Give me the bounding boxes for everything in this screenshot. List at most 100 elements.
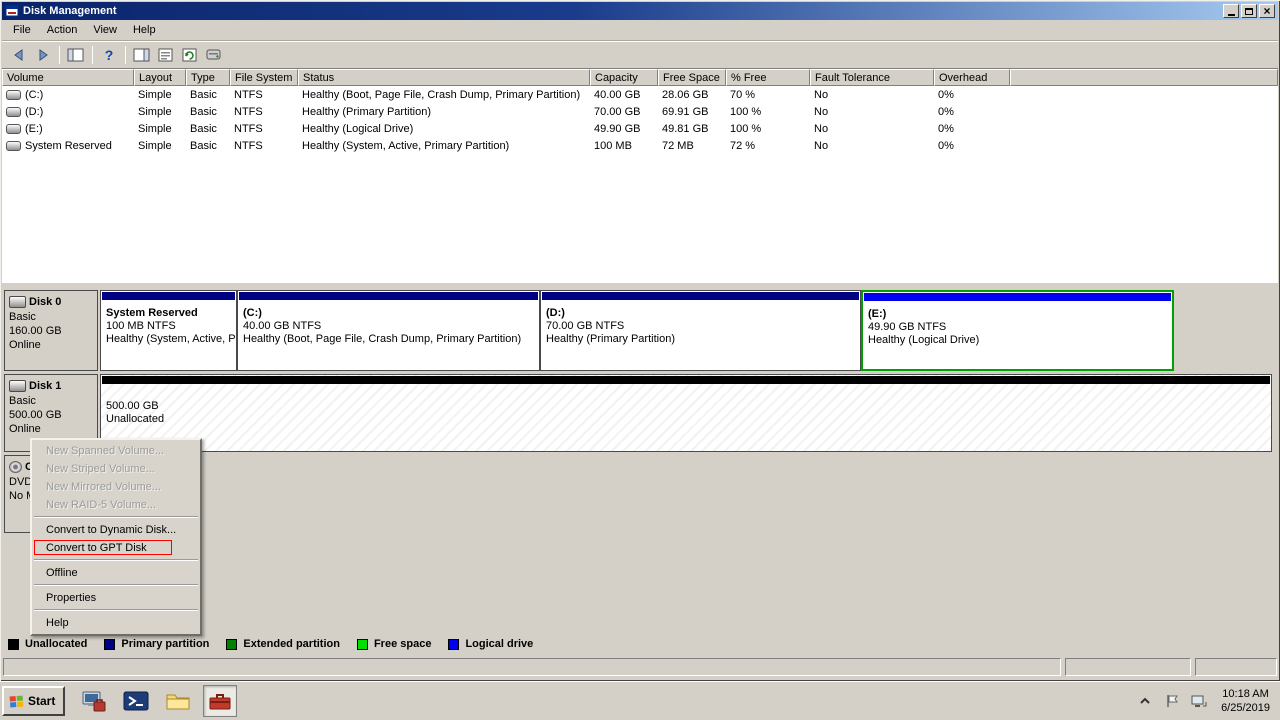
windows-flag-icon [9, 695, 24, 708]
menu-item-new-raid5-volume: New RAID-5 Volume... [32, 496, 200, 514]
help-icon[interactable]: ? [97, 44, 121, 66]
maximize-icon [1245, 8, 1253, 15]
menu-item-help[interactable]: Help [32, 614, 200, 632]
disk-icon [9, 296, 26, 308]
volume-fault-tolerance: No [810, 140, 934, 152]
partition-name: (C:) [243, 307, 539, 320]
volume-name: System Reserved [25, 140, 112, 152]
taskbar-clock[interactable]: 10:18 AM 6/25/2019 [1221, 687, 1270, 715]
volume-free-space: 49.81 GB [658, 123, 726, 135]
volume-capacity: 70.00 GB [590, 106, 658, 118]
table-row-volume-d[interactable]: (D:) Simple Basic NTFS Healthy (Primary … [2, 103, 1278, 120]
volume-free-space: 28.06 GB [658, 89, 726, 101]
table-row-volume-e[interactable]: (E:) Simple Basic NTFS Healthy (Logical … [2, 120, 1278, 137]
partition-color-strip [864, 293, 1171, 301]
partition-system-reserved[interactable]: System Reserved 100 MB NTFS Healthy (Sys… [100, 290, 237, 371]
disk-management-icon [207, 688, 233, 714]
partition-c[interactable]: (C:) 40.00 GB NTFS Healthy (Boot, Page F… [237, 290, 540, 371]
clock-time: 10:18 AM [1221, 687, 1270, 701]
unallocated-region[interactable]: 500.00 GB Unallocated [100, 374, 1272, 452]
action-center-flag-icon[interactable] [1163, 692, 1181, 710]
network-icon[interactable] [1190, 692, 1208, 710]
properties-icon[interactable] [154, 44, 178, 66]
show-hidden-icons-button[interactable] [1136, 692, 1154, 710]
partition-name: (E:) [868, 308, 1172, 321]
partition-size: 70.00 GB NTFS [546, 320, 860, 333]
back-icon[interactable] [7, 44, 31, 66]
column-header-free-space[interactable]: Free Space [658, 69, 726, 86]
disk-status: Online [9, 338, 93, 352]
volume-type: Basic [186, 123, 230, 135]
chevron-up-icon [1139, 696, 1151, 706]
title-bar[interactable]: Disk Management × [2, 2, 1278, 20]
partition-e[interactable]: (E:) 49.90 GB NTFS Healthy (Logical Driv… [861, 290, 1174, 371]
red-highlight-annotation [34, 540, 172, 555]
partition-d[interactable]: (D:) 70.00 GB NTFS Healthy (Primary Part… [540, 290, 861, 371]
legend-label: Unallocated [25, 638, 87, 650]
disk-context-menu: New Spanned Volume... New Striped Volume… [30, 438, 202, 636]
partition-status: Healthy (Logical Drive) [868, 334, 1172, 347]
column-header-overhead[interactable]: Overhead [934, 69, 1010, 86]
table-row-system-reserved[interactable]: System Reserved Simple Basic NTFS Health… [2, 137, 1278, 154]
menu-item-convert-to-gpt-disk[interactable]: Convert to GPT Disk [32, 539, 200, 557]
taskbar: Start 10:18 AM 6/25/2019 [0, 681, 1280, 720]
menu-view[interactable]: View [85, 21, 125, 39]
volume-fault-tolerance: No [810, 106, 934, 118]
menu-action[interactable]: Action [39, 21, 86, 39]
menu-file[interactable]: File [5, 21, 39, 39]
file-explorer-icon[interactable] [161, 685, 195, 717]
volume-layout: Simple [134, 123, 186, 135]
toolbar: ? [2, 41, 1278, 69]
disk-size: 160.00 GB [9, 324, 93, 338]
column-header-capacity[interactable]: Capacity [590, 69, 658, 86]
refresh-icon[interactable] [178, 44, 202, 66]
show-action-pane-icon[interactable] [130, 44, 154, 66]
table-row-volume-c[interactable]: (C:) Simple Basic NTFS Healthy (Boot, Pa… [2, 86, 1278, 103]
toolbar-separator [92, 46, 93, 64]
disk0-row: Disk 0 Basic 160.00 GB Online System Res… [4, 290, 1272, 371]
column-header-file-system[interactable]: File System [230, 69, 298, 86]
column-header-layout[interactable]: Layout [134, 69, 186, 86]
maximize-button[interactable] [1241, 4, 1257, 18]
volume-name: (D:) [25, 106, 43, 118]
show-console-tree-icon[interactable] [64, 44, 88, 66]
menu-item-offline[interactable]: Offline [32, 564, 200, 582]
legend-label: Logical drive [465, 638, 533, 650]
column-header-pct-free[interactable]: % Free [726, 69, 810, 86]
column-header-fault-tolerance[interactable]: Fault Tolerance [810, 69, 934, 86]
powershell-icon[interactable] [119, 685, 153, 717]
forward-icon[interactable] [31, 44, 55, 66]
disk-management-taskbar-button[interactable] [203, 685, 237, 717]
disk0-header[interactable]: Disk 0 Basic 160.00 GB Online [4, 290, 98, 371]
start-button[interactable]: Start [2, 686, 65, 716]
legend-label: Primary partition [121, 638, 209, 650]
volume-free-space: 72 MB [658, 140, 726, 152]
column-header-volume[interactable]: Volume [2, 69, 134, 86]
menu-item-convert-to-dynamic-disk[interactable]: Convert to Dynamic Disk... [32, 521, 200, 539]
column-header-type[interactable]: Type [186, 69, 230, 86]
column-header-status[interactable]: Status [298, 69, 590, 86]
status-cell-main [3, 658, 1061, 676]
toolbar-separator [125, 46, 126, 64]
volume-status: Healthy (Primary Partition) [298, 106, 590, 118]
menu-item-properties[interactable]: Properties [32, 589, 200, 607]
menu-separator [32, 514, 200, 521]
close-button[interactable]: × [1259, 4, 1275, 18]
volume-status: Healthy (System, Active, Primary Partiti… [298, 140, 590, 152]
disk-name: Disk 0 [29, 295, 61, 309]
legend-item-logical-drive: Logical drive [448, 638, 533, 650]
volume-overhead: 0% [934, 106, 1010, 118]
minimize-button[interactable] [1223, 4, 1239, 18]
volume-layout: Simple [134, 89, 186, 101]
partition-status: Healthy (System, Active, Primary Partiti… [106, 333, 236, 346]
drive-icon [6, 90, 21, 100]
server-manager-icon[interactable] [77, 685, 111, 717]
disk-status: Online [9, 422, 93, 436]
legend-swatch [448, 639, 459, 650]
status-cell-end [1195, 658, 1277, 676]
legend-swatch [226, 639, 237, 650]
volume-file-system: NTFS [230, 140, 298, 152]
rescan-disks-icon[interactable] [202, 44, 226, 66]
volume-pct-free: 70 % [726, 89, 810, 101]
menu-help[interactable]: Help [125, 21, 164, 39]
